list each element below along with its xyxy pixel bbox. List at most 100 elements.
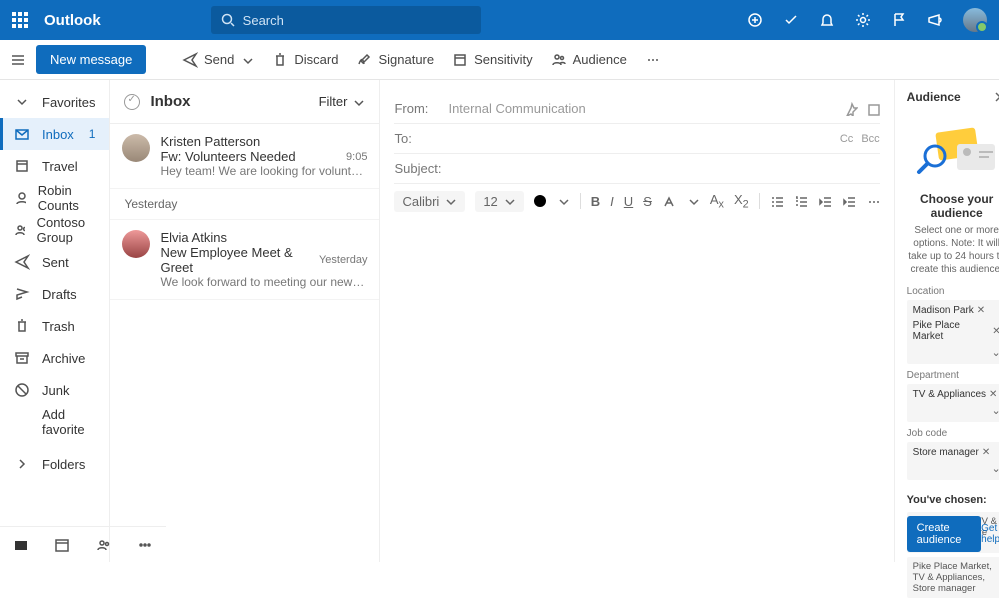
search-placeholder: Search — [243, 13, 284, 28]
message-subject: Fw: Volunteers Needed — [160, 149, 346, 164]
favorites-header[interactable]: Favorites — [0, 86, 109, 118]
command-bar: New message Send Discard Signature Sensi… — [0, 40, 999, 80]
chevron-down-icon[interactable]: ⌄ — [991, 346, 999, 359]
size-selector[interactable]: 12 — [475, 191, 523, 212]
bell-icon[interactable] — [819, 12, 835, 28]
more-nav-icon[interactable] — [137, 537, 153, 553]
remove-chip-icon[interactable]: ✕ — [992, 326, 999, 337]
add-favorite-button[interactable]: Add favorite — [0, 406, 109, 438]
folders-header[interactable]: Folders — [0, 448, 109, 480]
audience-title: Audience — [907, 90, 993, 104]
people-icon[interactable] — [96, 537, 112, 553]
chevron-down-icon[interactable]: ⌄ — [991, 404, 999, 417]
pin-icon[interactable] — [844, 102, 858, 116]
date-separator: Yesterday — [110, 189, 379, 220]
sensitivity-button[interactable]: Sensitivity — [452, 52, 533, 68]
search-icon — [221, 13, 235, 27]
message-item[interactable]: Kristen Patterson Fw: Volunteers Needed9… — [110, 124, 379, 189]
remove-chip-icon[interactable]: ✕ — [989, 389, 997, 400]
outdent-icon[interactable] — [818, 194, 832, 208]
jobcode-field[interactable]: Store manager✕ ⌄ — [907, 442, 999, 480]
sender-avatar — [122, 134, 150, 162]
message-time: Yesterday — [319, 254, 368, 266]
audience-illustration — [907, 112, 999, 192]
send-button[interactable]: Send — [182, 52, 254, 68]
inbox-count: 1 — [89, 127, 96, 141]
expand-icon[interactable] — [866, 102, 880, 116]
sidebar-item-archive[interactable]: Archive — [0, 342, 109, 374]
sidebar-item-robin[interactable]: Robin Counts — [0, 182, 109, 214]
chosen-label: You've chosen: — [907, 494, 999, 506]
chevron-down-icon[interactable] — [240, 53, 254, 67]
close-icon[interactable] — [993, 90, 999, 104]
sidebar-item-drafts[interactable]: Drafts — [0, 278, 109, 310]
sidebar-item-sent[interactable]: Sent — [0, 246, 109, 278]
from-field[interactable]: From: Internal Communication — [394, 94, 879, 124]
sidebar-item-travel[interactable]: Travel — [0, 150, 109, 182]
italic-button[interactable]: I — [610, 194, 614, 209]
hamburger-icon[interactable] — [10, 52, 26, 68]
sidebar-item-inbox[interactable]: Inbox1 — [0, 118, 109, 150]
message-from: Elvia Atkins — [160, 230, 367, 245]
mail-icon[interactable] — [13, 537, 29, 553]
more-format-icon[interactable] — [866, 194, 880, 208]
chosen-item: Pike Place Market, TV & Appliances, Stor… — [907, 557, 999, 598]
sidebar-bottom-nav — [0, 526, 166, 562]
department-label: Department — [907, 370, 999, 381]
subject-field[interactable]: Subject: — [394, 154, 879, 184]
chevron-down-icon[interactable]: ⌄ — [991, 462, 999, 475]
bold-button[interactable]: B — [591, 194, 600, 209]
bcc-button[interactable]: Bcc — [861, 133, 879, 145]
select-all-toggle[interactable] — [124, 94, 140, 110]
sidebar-item-trash[interactable]: Trash — [0, 310, 109, 342]
audience-panel: Audience Choose your audience Select one… — [895, 80, 999, 562]
superscript-button[interactable]: X2 — [734, 192, 749, 211]
message-list: Inbox Filter Kristen Patterson Fw: Volun… — [110, 80, 380, 562]
calendar-icon[interactable] — [54, 537, 70, 553]
strike-button[interactable]: S — [643, 194, 652, 209]
cc-button[interactable]: Cc — [840, 133, 853, 145]
highlight-icon[interactable] — [662, 194, 676, 208]
list-title: Inbox — [150, 93, 318, 110]
signature-button[interactable]: Signature — [356, 52, 434, 68]
remove-chip-icon[interactable]: ✕ — [977, 305, 985, 316]
todo-icon[interactable] — [783, 12, 799, 28]
compose-pane: From: Internal Communication To: CcBcc S… — [380, 80, 894, 562]
message-preview: Hey team! We are looking for volunteers … — [160, 164, 367, 178]
message-item[interactable]: Elvia Atkins New Employee Meet & GreetYe… — [110, 220, 379, 300]
user-avatar[interactable] — [963, 8, 987, 32]
more-icon[interactable] — [645, 52, 661, 68]
flag-icon[interactable] — [891, 12, 907, 28]
app-launcher-icon[interactable] — [12, 12, 28, 28]
app-header: Outlook Search — [0, 0, 999, 40]
clear-format-button[interactable]: Ax — [710, 192, 724, 211]
sidebar-item-junk[interactable]: Junk — [0, 374, 109, 406]
remove-chip-icon[interactable]: ✕ — [982, 447, 990, 458]
sender-avatar — [122, 230, 150, 258]
create-audience-button[interactable]: Create audience — [907, 516, 981, 552]
get-help-link[interactable]: Get help — [981, 523, 999, 545]
audience-button[interactable]: Audience — [551, 52, 627, 68]
discard-button[interactable]: Discard — [272, 52, 338, 68]
color-picker[interactable] — [534, 195, 546, 207]
settings-icon[interactable] — [855, 12, 871, 28]
department-field[interactable]: TV & Appliances✕ ⌄ — [907, 384, 999, 422]
indent-icon[interactable] — [842, 194, 856, 208]
chat-icon[interactable] — [747, 12, 763, 28]
location-field[interactable]: Madison Park✕ Pike Place Market✕ ⌄ — [907, 300, 999, 364]
filter-button[interactable]: Filter — [319, 94, 366, 109]
underline-button[interactable]: U — [624, 194, 633, 209]
message-time: 9:05 — [346, 151, 367, 163]
megaphone-icon[interactable] — [927, 12, 943, 28]
new-message-button[interactable]: New message — [36, 45, 146, 74]
jobcode-label: Job code — [907, 428, 999, 439]
chevron-down-icon — [351, 95, 365, 109]
search-input[interactable]: Search — [211, 6, 481, 34]
numbered-icon[interactable] — [794, 194, 808, 208]
to-field[interactable]: To: CcBcc — [394, 124, 879, 154]
bullets-icon[interactable] — [770, 194, 784, 208]
font-selector[interactable]: Calibri — [394, 191, 465, 212]
audience-heading: Choose your audience — [907, 192, 999, 220]
message-preview: We look forward to meeting our new emplo… — [160, 275, 367, 289]
sidebar-item-contoso[interactable]: Contoso Group — [0, 214, 109, 246]
